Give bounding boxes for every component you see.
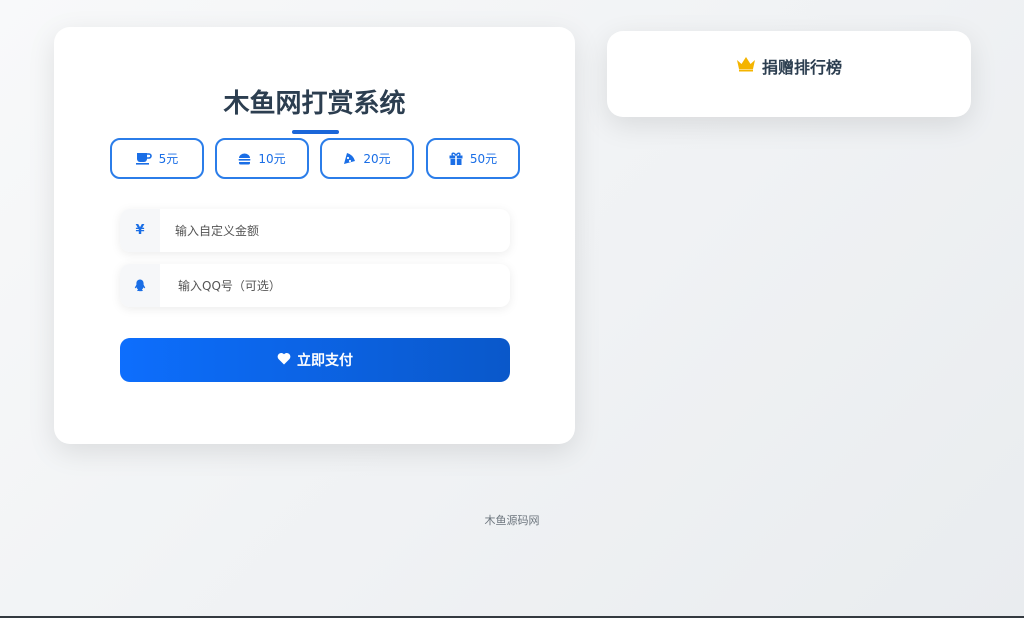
custom-amount-input[interactable] — [160, 209, 510, 252]
heart-icon — [277, 352, 291, 369]
custom-amount-row: ¥ — [120, 209, 510, 252]
amount-button-20[interactable]: 20元 — [320, 138, 414, 179]
yuan-icon: ¥ — [120, 209, 160, 252]
burger-icon — [238, 153, 251, 165]
page-title: 木鱼网打赏系统 — [223, 89, 406, 119]
ranking-header: 捐赠排行榜 — [607, 54, 971, 78]
qq-input[interactable] — [160, 264, 510, 307]
pizza-icon — [343, 152, 356, 165]
amount-label: 20元 — [363, 152, 391, 166]
amount-label: 5元 — [158, 152, 179, 166]
amount-button-5[interactable]: 5元 — [110, 138, 204, 179]
donation-card: 木鱼网打赏系统 5元 10元 20元 50元 ¥ 输入自定义金额 输入QQ号（可… — [54, 27, 575, 444]
gift-icon — [449, 152, 463, 165]
qq-row — [120, 264, 510, 307]
qq-penguin-icon — [120, 264, 160, 307]
pay-now-button[interactable]: 立即支付 — [120, 338, 510, 382]
pay-button-label: 立即支付 — [297, 353, 353, 369]
title-underline — [292, 130, 339, 134]
amount-label: 10元 — [258, 152, 286, 166]
coffee-icon — [135, 152, 152, 165]
amount-label: 50元 — [469, 152, 498, 166]
ranking-title: 捐赠排行榜 — [761, 58, 842, 77]
amount-button-10[interactable]: 10元 — [215, 138, 309, 179]
crown-icon — [736, 56, 756, 76]
amount-button-50[interactable]: 50元 — [426, 138, 520, 179]
footer-text: 木鱼源码网 — [484, 514, 540, 527]
ranking-card: 捐赠排行榜 — [607, 31, 971, 117]
